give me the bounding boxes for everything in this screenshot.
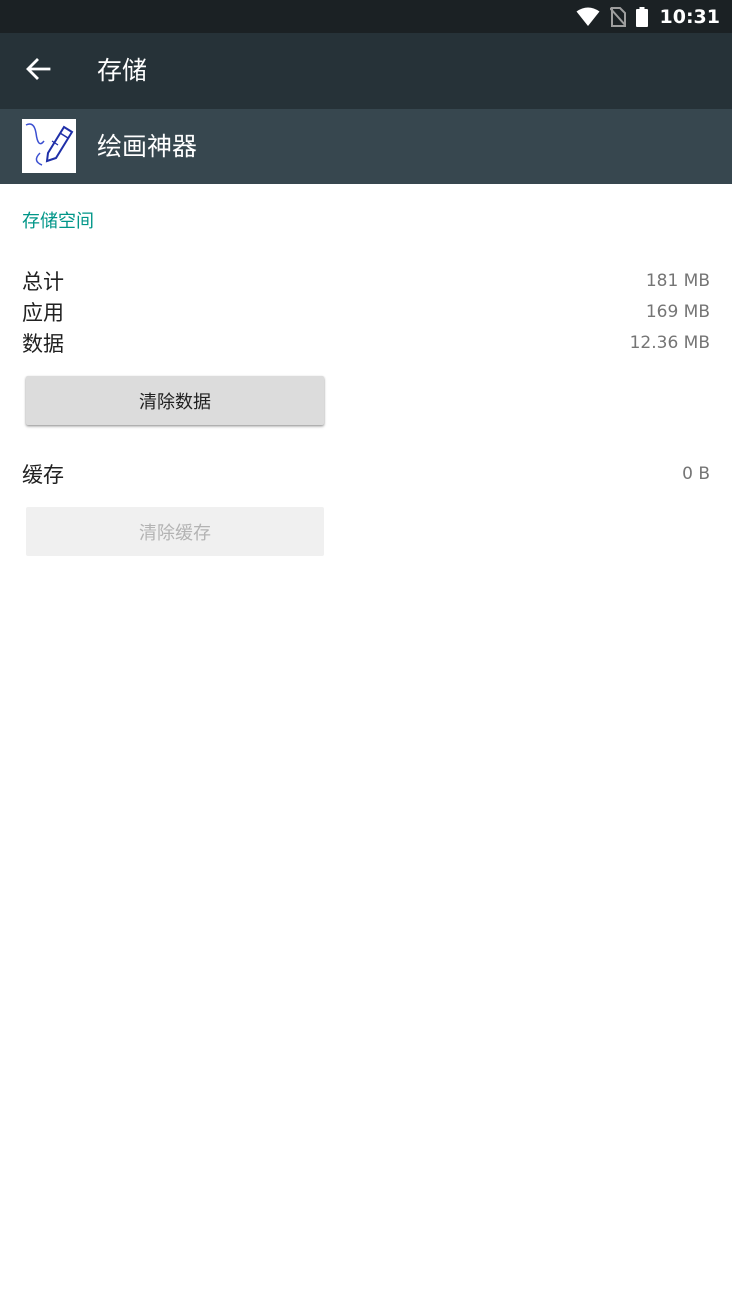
storage-row-label: 数据 xyxy=(22,332,64,356)
clear-data-button[interactable]: 清除数据 xyxy=(26,376,324,425)
storage-row-total: 总计 181 MB xyxy=(22,266,710,296)
page-title: 存储 xyxy=(97,56,148,85)
storage-row-value: 181 MB xyxy=(645,271,710,291)
status-icons: 10:31 xyxy=(576,0,720,33)
storage-row-label: 应用 xyxy=(22,301,64,325)
storage-row-label: 总计 xyxy=(22,270,64,294)
toolbar: 存储 xyxy=(0,33,732,109)
storage-row-value: 12.36 MB xyxy=(629,333,710,353)
clear-cache-button: 清除缓存 xyxy=(26,507,324,556)
battery-icon xyxy=(635,6,648,27)
no-sim-icon xyxy=(609,6,626,27)
arrow-back-icon xyxy=(25,56,51,86)
storage-row-cache: 缓存 0 B xyxy=(22,459,710,489)
storage-section-title: 存储空间 xyxy=(22,211,94,232)
storage-row-data: 数据 12.36 MB xyxy=(22,328,710,358)
app-header: 绘画神器 xyxy=(0,109,732,184)
cache-value: 0 B xyxy=(682,464,710,484)
cache-label: 缓存 xyxy=(22,463,64,487)
storage-row-app: 应用 169 MB xyxy=(22,297,710,327)
back-button[interactable] xyxy=(14,47,62,95)
status-time: 10:31 xyxy=(659,5,720,28)
drawing-app-icon xyxy=(22,119,76,173)
app-name: 绘画神器 xyxy=(97,132,198,161)
storage-row-value: 169 MB xyxy=(645,302,710,322)
status-bar: 10:31 xyxy=(0,0,732,33)
wifi-icon xyxy=(576,7,600,27)
